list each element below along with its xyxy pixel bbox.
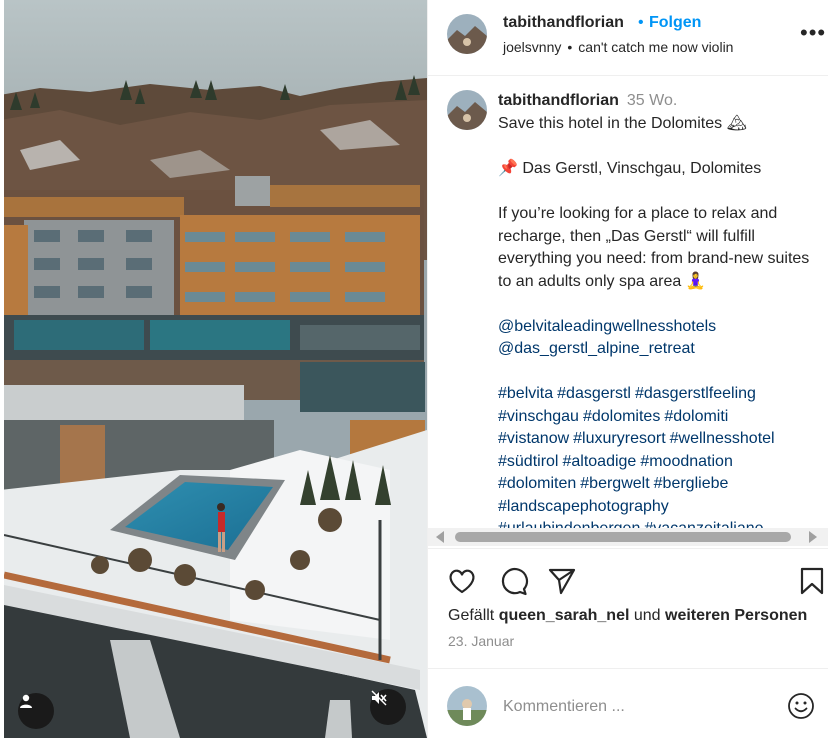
likes-prefix: Gefällt	[448, 607, 499, 624]
avatar-image	[447, 14, 487, 54]
likes-summary: Gefällt queen_sarah_nel und weiteren Per…	[448, 607, 807, 625]
scroll-left-arrow-icon[interactable]	[436, 531, 444, 543]
hashtag-link[interactable]: #dolomiti	[664, 408, 728, 425]
post-media[interactable]	[0, 0, 427, 738]
comment-bar	[428, 668, 828, 738]
hashtag-link[interactable]: #bergwelt	[580, 475, 649, 492]
likes-middle: und	[629, 607, 666, 624]
mention-link[interactable]: @belvitaleadingwellnesshotels	[498, 318, 716, 335]
follow-separator: •	[638, 14, 644, 31]
caption-username[interactable]: tabithandflorian	[498, 92, 619, 109]
more-options-icon[interactable]: •••	[800, 22, 826, 44]
media-edge	[0, 0, 4, 738]
caption-line-3: If you’re looking for a place to relax a…	[498, 205, 810, 290]
hashtag-link[interactable]: #südtirol	[498, 453, 558, 470]
author-avatar[interactable]	[447, 14, 487, 54]
follow-button[interactable]: Folgen	[649, 14, 701, 32]
mute-button[interactable]	[370, 689, 406, 725]
post-panel: tabithandflorian • Folgen joelsvnny • can'…	[427, 0, 828, 738]
post-header: tabithandflorian • Folgen joelsvnny • can'…	[428, 0, 828, 76]
author-username[interactable]: tabithandflorian	[503, 14, 624, 32]
avatar-image	[447, 686, 487, 726]
horizontal-scrollbar[interactable]	[428, 528, 828, 546]
person-icon	[20, 694, 32, 708]
scroll-right-arrow-icon[interactable]	[809, 531, 817, 543]
caption-line-2: 📌 Das Gerstl, Vinschgau, Dolomites	[498, 160, 762, 177]
user-tag-button[interactable]	[18, 693, 54, 729]
hashtag-link[interactable]: #vistanow	[498, 430, 569, 447]
caption-line-1: Save this hotel in the Dolomites 🏔	[498, 115, 747, 132]
hashtag-link[interactable]: #dolomites	[583, 408, 660, 425]
smiley-icon[interactable]	[786, 691, 816, 721]
hashtag-link[interactable]: #dasgerstl	[557, 385, 631, 402]
comment-input[interactable]	[503, 696, 773, 718]
likes-others-link[interactable]: weiteren Personen	[665, 607, 807, 624]
mention-link[interactable]: @das_gerstl_alpine_retreat	[498, 340, 695, 357]
hashtag-link[interactable]: #dolomiten	[498, 475, 576, 492]
hashtag-link[interactable]: #landscapephotography	[498, 498, 669, 515]
avatar-image	[447, 90, 487, 130]
hashtag-link[interactable]: #belvita	[498, 385, 553, 402]
post-date[interactable]: 23. Januar	[448, 633, 514, 649]
scrollbar-thumb[interactable]	[455, 532, 791, 542]
caption-header: tabithandflorian 35 Wo.	[498, 92, 677, 110]
audio-separator: •	[567, 39, 573, 55]
paper-plane-icon[interactable]	[546, 565, 578, 597]
hashtag-link[interactable]: #vinschgau	[498, 408, 579, 425]
liker-username[interactable]: queen_sarah_nel	[499, 607, 630, 624]
hashtag-list: #belvita #dasgerstl #dasgerstlfeeling #vin…	[498, 383, 818, 530]
audio-track[interactable]: can't catch me now violin	[578, 39, 733, 55]
hashtag-link[interactable]: #luxuryresort	[573, 430, 665, 447]
hashtag-link[interactable]: #dasgerstlfeeling	[635, 385, 756, 402]
bookmark-icon[interactable]	[796, 565, 828, 597]
hotel-photo	[0, 0, 427, 738]
caption-time[interactable]: 35 Wo.	[627, 92, 677, 109]
viewer-avatar	[447, 686, 487, 726]
hashtag-link[interactable]: #altoadige	[562, 453, 636, 470]
heart-icon[interactable]	[446, 565, 478, 597]
audio-user[interactable]: joelsvnny	[503, 39, 561, 55]
hashtag-link[interactable]: #wellnesshotel	[670, 430, 775, 447]
speaker-muted-icon	[371, 690, 387, 706]
hashtag-link[interactable]: #moodnation	[640, 453, 733, 470]
caption-area[interactable]: tabithandflorian 35 Wo. Save this hotel i…	[428, 78, 828, 530]
caption-avatar[interactable]	[447, 90, 487, 130]
hashtag-link[interactable]: #bergliebe	[654, 475, 729, 492]
audio-info: joelsvnny • can't catch me now violin	[503, 39, 733, 55]
caption-text: Save this hotel in the Dolomites 🏔 📌 Das…	[498, 113, 818, 530]
comment-bubble-icon[interactable]	[497, 565, 529, 597]
